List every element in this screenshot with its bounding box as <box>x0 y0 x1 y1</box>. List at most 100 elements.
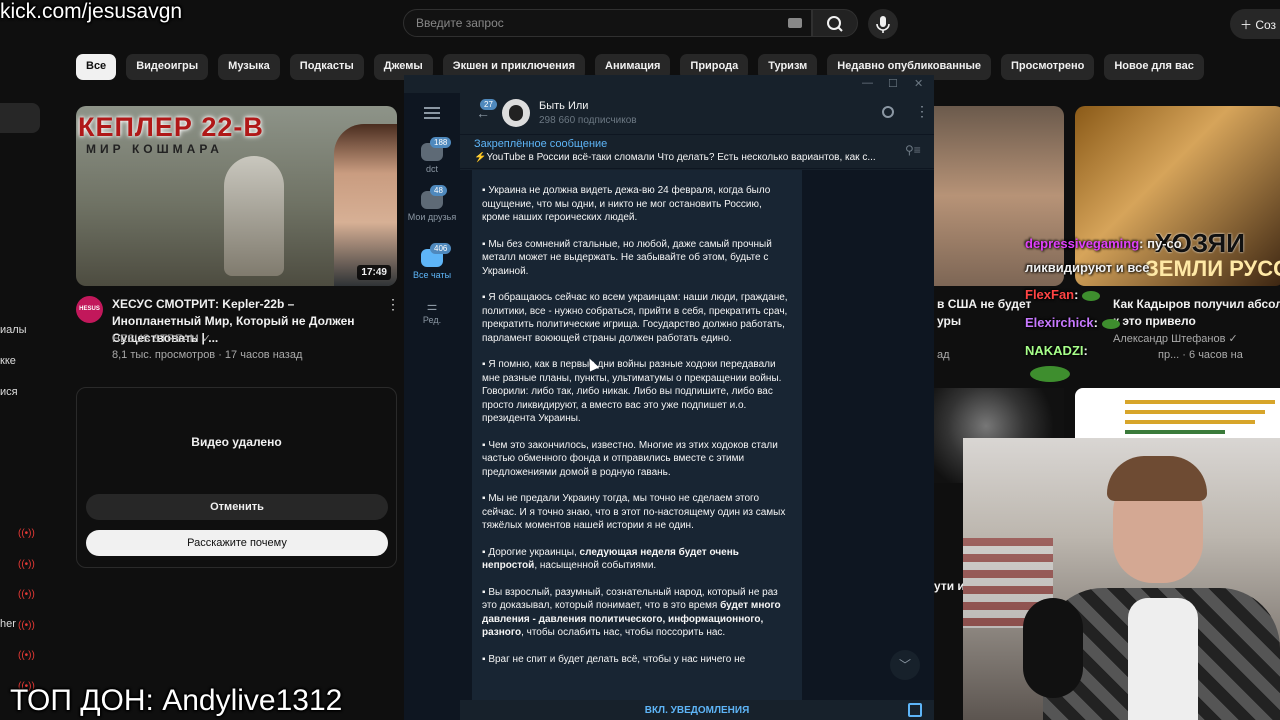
video-title[interactable]: к это привело <box>1113 314 1196 328</box>
close-icon[interactable]: ✕ <box>914 77 923 90</box>
scroll-down-button[interactable]: ﹀ <box>890 650 920 680</box>
telegram-window: — ☐ ✕ 188 dct 48 Мои друзья 406 Все чаты <box>404 75 934 720</box>
folder-edit[interactable]: ⚌ Ред. <box>404 299 460 325</box>
chat-message: Elexirchick: <box>1025 315 1120 330</box>
thumbnail-subtitle: ЗЕМЛИ РУСС <box>1145 256 1280 281</box>
video-thumbnail[interactable]: КЕПЛЕР 22-В МИР КОШМАРА 17:49 <box>76 106 397 286</box>
astronaut-figure <box>224 156 284 276</box>
text-run: ▪ Дорогие украинцы, <box>482 546 580 558</box>
screen: Введите запрос ＋ Соз Все Видеоигры Музык… <box>0 0 1280 720</box>
enable-notifications-button[interactable]: ВКЛ. УВЕДОМЛЕНИЯ <box>460 705 934 716</box>
chat-text: : <box>1083 343 1088 358</box>
chart-bar <box>1125 430 1225 434</box>
chat-message: ликвидируют и все <box>1025 260 1149 275</box>
pinned-message-bar[interactable]: Закреплённое сообщение ⚡YouTube в России… <box>460 135 934 169</box>
frog-emote-icon <box>1101 318 1120 329</box>
message-paragraph: ▪ Украина не должна видеть дежа-вю 24 фе… <box>482 185 771 223</box>
unread-badge: 27 <box>480 99 497 110</box>
video-meta: ад <box>937 349 950 361</box>
chip-podcasts[interactable]: Подкасты <box>289 54 364 80</box>
undo-button[interactable]: Отменить <box>86 494 388 520</box>
chart-bar <box>1125 400 1275 404</box>
live-icon: ((•)) <box>18 620 35 631</box>
video-thumbnail[interactable] <box>1075 388 1280 438</box>
folder-dct[interactable]: 188 dct <box>404 137 460 174</box>
live-icon: ((•)) <box>18 589 35 600</box>
folder-sidebar: 188 dct 48 Мои друзья 406 Все чаты ⚌ Ред… <box>404 93 460 720</box>
message-paragraph: ▪ Я помню, как в первые дни войны разные… <box>482 359 782 424</box>
sidebar-item-label[interactable]: ися <box>0 386 18 398</box>
create-button[interactable]: ＋ Соз <box>1230 9 1280 39</box>
window-titlebar: — ☐ ✕ <box>404 75 934 93</box>
message-area[interactable]: ▪ Украина не должна видеть дежа-вю 24 фе… <box>460 170 934 700</box>
sidebar-item-label[interactable]: иалы <box>0 324 27 336</box>
chip-watched[interactable]: Просмотрено <box>1001 54 1095 80</box>
pinned-text: ⚡YouTube в России всё-таки сломали Что д… <box>474 152 876 163</box>
removed-video-card: Видео удалено Отменить Расскажите почему <box>76 387 397 568</box>
channel-name[interactable]: Александр Штефанов ✓ <box>1113 332 1238 345</box>
message-paragraph: ▪ Враг не спит и будет делать всё, чтобы… <box>482 653 746 665</box>
folder-all-chats[interactable]: 406 Все чаты <box>404 243 460 280</box>
channel-name[interactable]: Быть Или <box>539 100 588 112</box>
video-title[interactable]: ути и <box>934 579 965 593</box>
tell-why-button[interactable]: Расскажите почему <box>86 530 388 556</box>
minimize-icon[interactable]: — <box>862 77 873 89</box>
chat-message: depressivegaming: пу-со <box>1025 236 1182 251</box>
video-title[interactable]: в США не будет <box>937 297 1031 311</box>
unread-badge: 48 <box>430 185 447 196</box>
channel-name[interactable]: HESUS STREAM ✓ <box>112 332 211 345</box>
removed-title: Видео удалено <box>191 435 282 449</box>
message-paragraph: ▪ Вы взрослый, разумный, сознательный на… <box>482 586 792 640</box>
message-paragraph: ▪ Я обращаюсь сейчас ко всем украинцам: … <box>482 292 788 344</box>
live-icon: ((•)) <box>18 528 35 539</box>
sidebar-item-active[interactable] <box>0 103 40 133</box>
mic-icon <box>876 16 890 33</box>
streamer-hair <box>1107 456 1207 501</box>
chat-text: : <box>1074 287 1079 302</box>
search-button[interactable] <box>812 9 858 37</box>
channel-avatar[interactable] <box>502 99 530 127</box>
search-icon[interactable] <box>882 106 894 118</box>
keyboard-icon[interactable] <box>788 18 802 28</box>
mic-button[interactable] <box>868 9 898 39</box>
chat-username: NAKADZI <box>1025 343 1084 358</box>
thumbnail-subtitle: МИР КОШМАРА <box>86 142 223 156</box>
channel-avatar[interactable]: HESUS <box>76 296 103 323</box>
search-input[interactable]: Введите запрос <box>403 9 812 37</box>
chat-username: Elexirchick <box>1025 315 1094 330</box>
text-run: , чтобы ослабить нас, чтобы поссорить на… <box>521 627 726 638</box>
chart-bar <box>1125 410 1265 414</box>
sidebar-item-label[interactable]: кке <box>0 355 16 367</box>
unread-badge: 406 <box>430 243 452 254</box>
chat-message: FlexFan: <box>1025 287 1101 302</box>
video-title[interactable]: уры <box>937 314 961 328</box>
streamer-face <box>334 124 397 286</box>
message-paragraph: ▪ Мы без сомнений стальные, но любой, да… <box>482 238 772 277</box>
video-title[interactable]: Как Кадыров получил абсол <box>1113 297 1280 311</box>
sidebar-item-label[interactable]: her <box>0 618 16 630</box>
hamburger-menu-icon[interactable] <box>424 107 440 119</box>
pinned-list-icon[interactable]: ⚲≡ <box>905 143 921 157</box>
chip-videogames[interactable]: Видеоигры <box>126 54 209 80</box>
gift-icon[interactable] <box>908 703 922 717</box>
microphone-icon <box>1023 598 1083 698</box>
video-meta: 8,1 тыс. просмотров · 17 часов назад <box>112 349 303 361</box>
video-thumbnail[interactable]: ХОЗЯИ ЗЕМЛИ РУСС <box>1075 106 1280 286</box>
folder-friends[interactable]: 48 Мои друзья <box>404 185 460 222</box>
folder-label: Все чаты <box>412 270 452 280</box>
folder-label: Ред. <box>422 315 442 325</box>
chat-message: NAKADZI: <box>1025 343 1088 358</box>
more-options-icon[interactable]: ⋮ <box>915 103 929 120</box>
chip-all[interactable]: Все <box>76 54 117 80</box>
bottom-bar: ВКЛ. УВЕДОМЛЕНИЯ <box>460 700 934 720</box>
live-icon: ((•)) <box>18 559 35 570</box>
chat-text: : <box>1093 315 1098 330</box>
video-thumbnail[interactable] <box>934 106 1064 286</box>
folder-label: Мои друзья <box>407 212 457 222</box>
frog-emote-icon <box>1030 366 1070 382</box>
chip-new[interactable]: Новое для вас <box>1104 54 1204 80</box>
more-options-icon[interactable]: ⋮ <box>386 296 400 313</box>
maximize-icon[interactable]: ☐ <box>888 77 898 90</box>
chip-music[interactable]: Музыка <box>218 54 280 80</box>
search-icon <box>827 16 843 32</box>
